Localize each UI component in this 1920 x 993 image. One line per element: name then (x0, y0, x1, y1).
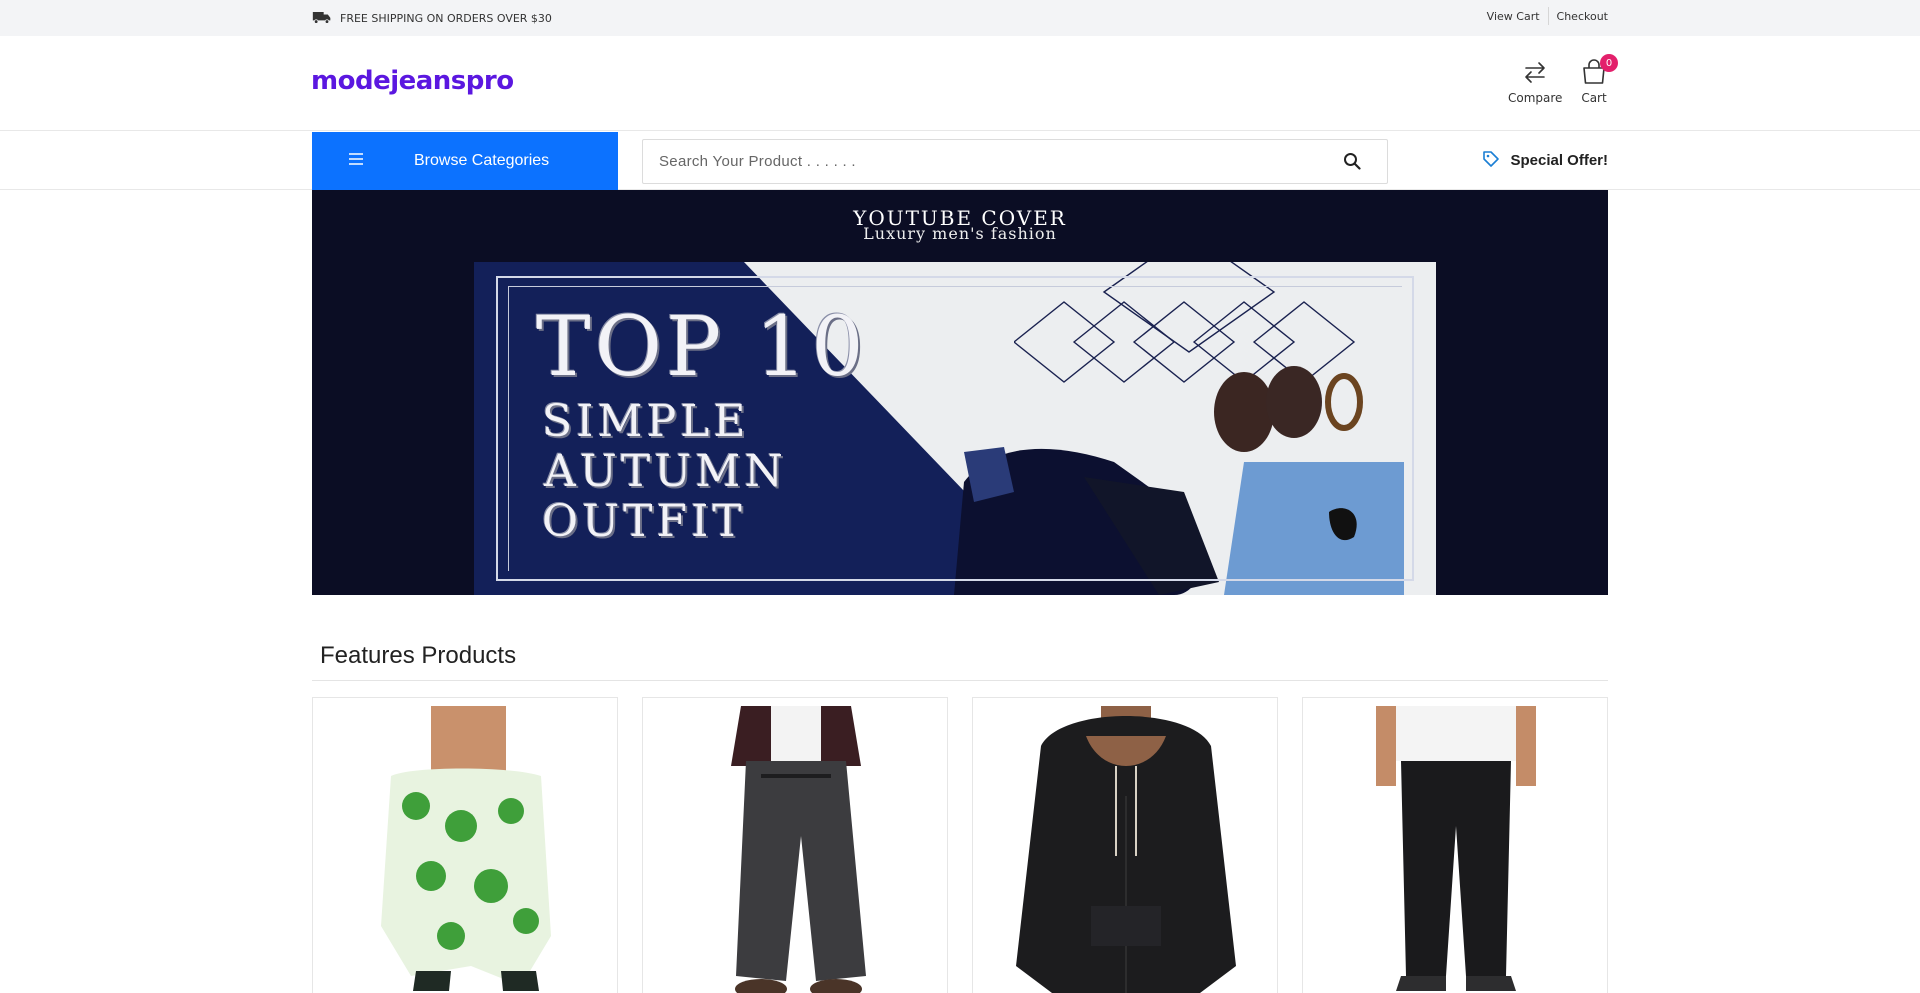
browse-categories-button[interactable]: Browse Categories (312, 132, 618, 190)
search-bar (642, 139, 1388, 184)
banner-headline-line1: TOP 10 (536, 300, 868, 395)
special-offer-link[interactable]: Special Offer! (1482, 131, 1608, 190)
product-card[interactable] (642, 697, 948, 993)
section-title: Features Products (320, 642, 517, 669)
shipping-text: FREE SHIPPING ON ORDERS OVER $30 (340, 11, 552, 25)
cart-button[interactable]: 0 Cart (1580, 54, 1618, 105)
price-tag-icon (1482, 150, 1500, 172)
shopping-bag-icon (1580, 59, 1608, 91)
product-card[interactable] (312, 697, 618, 993)
product-card[interactable] (972, 697, 1278, 993)
top-bar: FREE SHIPPING ON ORDERS OVER $30 View Ca… (0, 0, 1920, 36)
banner-headline-line2: SIMPLE (542, 396, 750, 447)
product-card[interactable] (1302, 697, 1608, 993)
view-cart-link[interactable]: View Cart (1479, 10, 1548, 23)
top-links: View Cart Checkout (1479, 0, 1608, 32)
free-shipping-notice: FREE SHIPPING ON ORDERS OVER $30 (312, 0, 552, 36)
hero-banner[interactable]: YOUTUBE COVER Luxury men's fashion TOP 1… (312, 190, 1608, 595)
cart-label: Cart (1581, 91, 1607, 105)
truck-icon (312, 9, 332, 28)
search-input[interactable] (643, 140, 1333, 183)
compare-label: Compare (1508, 91, 1563, 105)
logo[interactable]: modejeanspro (311, 66, 514, 96)
cart-count-badge: 0 (1600, 54, 1618, 72)
product-image[interactable] (321, 706, 609, 993)
hamburger-menu-icon (312, 152, 414, 171)
site-header: modejeanspro Compare 0 Cart (0, 36, 1920, 131)
banner-headline-line4: OUTFIT (542, 496, 746, 547)
checkout-link[interactable]: Checkout (1549, 10, 1608, 23)
product-image[interactable] (651, 706, 939, 993)
special-offer-label: Special Offer! (1510, 152, 1608, 169)
banner-headline-line3: AUTUMN (544, 446, 787, 497)
nav-row: Browse Categories Special Offer! (0, 131, 1920, 190)
banner-artwork: TOP 10 SIMPLE AUTUMN OUTFIT (474, 262, 1436, 595)
section-divider (312, 680, 1608, 681)
product-image[interactable] (1311, 706, 1599, 993)
browse-categories-label: Browse Categories (414, 152, 550, 169)
banner-cover-subtitle: Luxury men's fashion (863, 224, 1057, 243)
compare-button[interactable]: Compare (1508, 58, 1562, 105)
compare-arrows-icon (1521, 58, 1549, 91)
product-image[interactable] (981, 706, 1269, 993)
cart-icon-wrap: 0 (1580, 54, 1618, 91)
search-icon (1343, 153, 1361, 174)
search-button[interactable] (1343, 152, 1361, 170)
